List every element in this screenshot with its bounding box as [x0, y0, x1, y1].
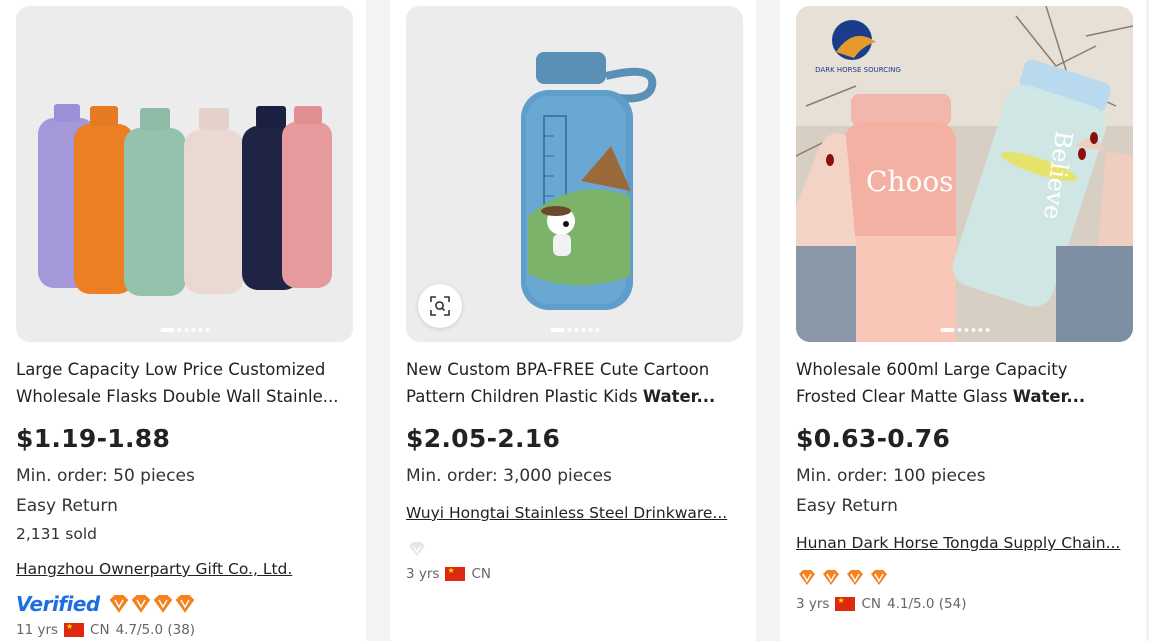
product-price: $0.63-0.76 — [796, 424, 951, 453]
product-image[interactable]: DARK HORSE SOURCING Choos Believe — [796, 6, 1133, 342]
image-carousel-dots[interactable] — [160, 328, 209, 332]
supplier-years: 3 yrs — [796, 596, 830, 612]
china-flag-icon — [835, 595, 856, 611]
easy-return-badge: Easy Return — [796, 496, 898, 516]
diamond-icon — [799, 570, 887, 585]
china-flag-icon — [64, 621, 85, 637]
product-title[interactable]: Large Capacity Low Price Customized Whol… — [16, 356, 353, 410]
supplier-meta: 3 yrs CN 4.1/5.0 (54) — [796, 595, 967, 612]
product-title[interactable]: Wholesale 600ml Large Capacity Frosted C… — [796, 356, 1133, 410]
china-flag-icon — [445, 565, 466, 581]
supplier-link[interactable]: Wuyi Hongtai Stainless Steel Drinkware..… — [406, 504, 743, 522]
supplier-link[interactable]: Hunan Dark Horse Tongda Supply Chain... — [796, 534, 1133, 552]
supplier-years: 11 yrs — [16, 622, 59, 638]
image-search-button[interactable] — [418, 284, 462, 328]
product-price: $1.19-1.88 — [16, 424, 171, 453]
min-order: Min. order: 100 pieces — [796, 466, 986, 486]
supplier-rank-diamonds — [796, 568, 892, 588]
supplier-rating: 4.7/5.0 (38) — [115, 622, 196, 638]
supplier-rank-diamonds — [406, 540, 428, 558]
bottle-text-choos: Choos — [866, 165, 954, 198]
supplier-years: 3 yrs — [406, 566, 440, 582]
diamond-icon — [409, 542, 425, 556]
product-grid: Large Capacity Low Price Customized Whol… — [0, 0, 1149, 641]
verified-badge[interactable]: Verified — [16, 592, 100, 616]
product-image[interactable] — [406, 6, 743, 342]
min-order: Min. order: 50 pieces — [16, 466, 195, 486]
flasks-photo — [16, 6, 353, 342]
product-card[interactable]: Large Capacity Low Price Customized Whol… — [0, 0, 366, 641]
image-carousel-dots[interactable] — [940, 328, 989, 332]
diamond-icon — [109, 595, 195, 613]
image-carousel-dots[interactable] — [550, 328, 599, 332]
supplier-meta: 3 yrs CN — [406, 565, 491, 582]
easy-return-badge: Easy Return — [16, 496, 118, 516]
glass-bottles-photo: DARK HORSE SOURCING Choos Believe — [796, 6, 1133, 342]
supplier-country: CN — [90, 622, 110, 638]
product-title[interactable]: New Custom BPA-FREE Cute Cartoon Pattern… — [406, 356, 743, 410]
brand-logo-text: DARK HORSE SOURCING — [815, 66, 901, 74]
supplier-link[interactable]: Hangzhou Ownerparty Gift Co., Ltd. — [16, 560, 353, 578]
supplier-country: CN — [861, 596, 881, 612]
supplier-rating: 4.1/5.0 (54) — [887, 596, 967, 612]
sold-count: 2,131 sold — [16, 525, 98, 543]
product-card[interactable]: New Custom BPA-FREE Cute Cartoon Pattern… — [390, 0, 756, 641]
supplier-country: CN — [471, 566, 491, 582]
product-price: $2.05-2.16 — [406, 424, 561, 453]
supplier-meta: 11 yrs CN 4.7/5.0 (38) — [16, 621, 196, 638]
min-order: Min. order: 3,000 pieces — [406, 466, 612, 486]
product-image[interactable] — [16, 6, 353, 342]
supplier-rank-diamonds — [108, 594, 196, 614]
image-search-icon — [430, 296, 450, 316]
product-card[interactable]: DARK HORSE SOURCING Choos Believe Wholes… — [780, 0, 1146, 641]
